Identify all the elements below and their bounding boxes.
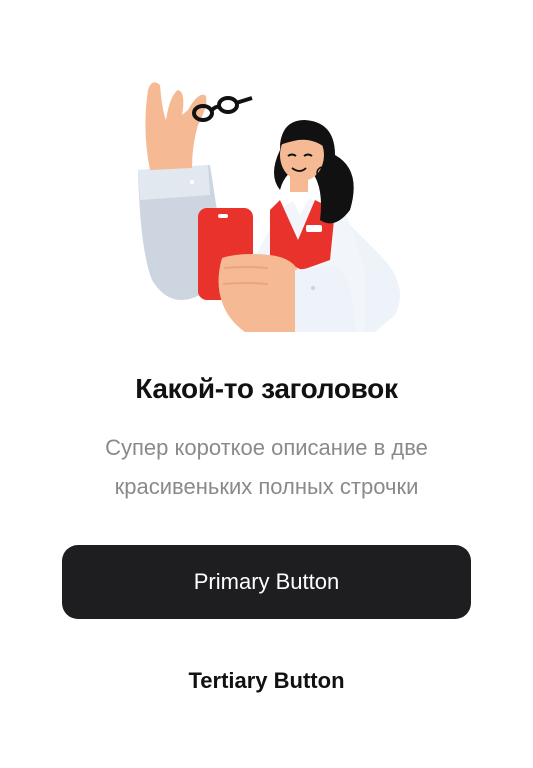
sleeve-cuff [138, 165, 210, 200]
raised-hand [145, 82, 207, 170]
description-line-2: красивеньких полных строчки [114, 474, 419, 499]
coat-button [311, 286, 315, 290]
badge [306, 225, 322, 232]
description: Супер короткое описание в две красивеньк… [40, 428, 493, 506]
tertiary-button[interactable]: Tertiary Button [130, 660, 403, 702]
phone-speaker [218, 214, 228, 218]
pharmacist-illustration [138, 82, 400, 332]
phone-hand [218, 254, 300, 332]
primary-button[interactable]: Primary Button [62, 545, 471, 619]
description-line-1: Супер короткое описание в две [105, 435, 428, 460]
cuff-button [190, 180, 194, 184]
page-title: Какой-то заголовок [135, 373, 398, 404]
